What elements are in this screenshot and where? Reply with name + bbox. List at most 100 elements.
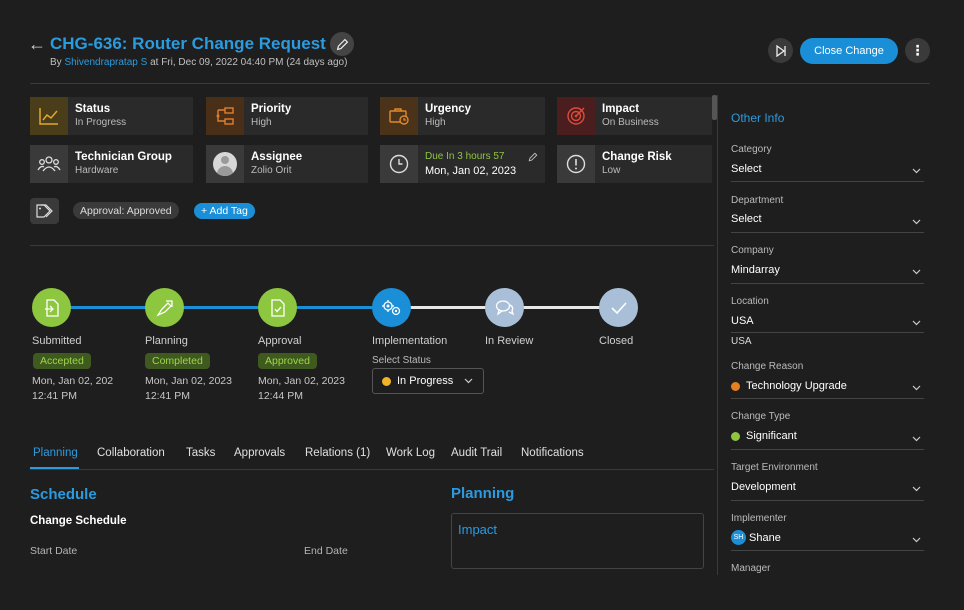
tab-audit-trail[interactable]: Audit Trail [451,447,502,459]
target-environment-underline [731,500,924,501]
step-time-planning: 12:41 PM [145,390,190,402]
step-date-submitted: Mon, Jan 02, 202 [32,375,114,387]
document-check-icon [270,298,285,317]
target-icon [557,97,595,135]
impact-editor[interactable]: Impact [451,513,704,569]
priority-flow-icon [206,97,244,135]
chevron-down-icon [912,320,921,326]
change-schedule-subtitle: Change Schedule [30,515,127,527]
impact-title: Impact [458,522,498,537]
chevron-down-icon [464,378,473,384]
chat-bubbles-icon [495,299,514,316]
change-risk-label: Change Risk [602,151,672,163]
checkmark-icon [610,301,627,314]
add-tag-button[interactable]: + Add Tag [194,203,255,219]
edit-due-icon[interactable] [528,152,538,165]
location-extra-value: USA [731,336,752,347]
stepper-progress-line [52,306,394,309]
chevron-down-icon [912,486,921,492]
subtitle: By Shivendrapratap S at Fri, Dec 09, 202… [50,57,347,68]
back-arrow-icon[interactable]: ← [28,34,46,55]
tab-collaboration[interactable]: Collaboration [97,447,165,459]
edit-title-icon[interactable] [330,32,354,56]
department-select[interactable]: Select [731,213,762,225]
author-link[interactable]: Shivendrapratap S [64,57,147,68]
step-planning[interactable] [145,288,184,327]
location-select[interactable]: USA [731,315,754,327]
chevron-down-icon [912,219,921,225]
impact-label: Impact [602,103,640,115]
urgency-value: High [425,117,446,128]
step-submitted[interactable] [32,288,71,327]
technician-group-tile[interactable]: Technician Group Hardware [30,145,193,183]
target-environment-select[interactable]: Development [731,481,796,493]
manager-label: Manager [731,563,771,574]
due-tile[interactable]: Due In 3 hours 57 Mon, Jan 02, 2023 [380,145,545,183]
gears-icon [381,299,400,315]
tab-relations[interactable]: Relations (1) [305,447,370,459]
step-badge-approval: Approved [258,353,317,369]
tab-approvals[interactable]: Approvals [234,447,285,459]
due-label: Due In 3 hours 57 [425,151,505,162]
step-label-in-review: In Review [485,335,534,347]
step-label-planning: Planning [145,335,188,347]
priority-value: High [251,117,272,128]
change-reason-label: Change Reason [731,361,804,372]
step-time-submitted: 12:41 PM [32,390,77,402]
assignee-avatar [213,152,237,176]
tab-notifications[interactable]: Notifications [521,447,584,459]
hand-pen-icon [155,299,173,316]
category-underline [731,181,924,182]
due-value: Mon, Jan 02, 2023 [425,165,517,177]
chevron-down-icon [912,385,921,391]
tab-work-log[interactable]: Work Log [386,447,435,459]
change-type-label: Change Type [731,411,791,422]
tag-icon[interactable] [30,198,59,224]
created-timestamp: at Fri, Dec 09, 2022 04:40 PM (24 days a… [150,57,348,68]
step-in-review[interactable] [485,288,524,327]
tags-divider [30,245,714,246]
tab-planning[interactable]: Planning [33,447,78,459]
more-options-icon[interactable]: ⋮ [905,38,930,63]
status-select[interactable]: In Progress [372,368,484,394]
document-arrow-icon [44,298,59,317]
change-risk-tile[interactable]: Change Risk Low [557,145,712,183]
chevron-down-icon [912,269,921,275]
step-closed[interactable] [599,288,638,327]
change-type-select[interactable]: Significant [731,430,797,442]
tab-tasks[interactable]: Tasks [186,447,215,459]
scrollbar-thumb[interactable] [712,95,717,120]
change-reason-underline [731,398,924,399]
status-label: Status [75,103,111,115]
approval-tag-chip[interactable]: Approval: Approved [73,202,179,219]
status-value: In Progress [75,117,127,128]
assignee-tile[interactable]: Assignee Zolio Orit [206,145,368,183]
impact-value: On Business [602,117,659,128]
urgency-tile[interactable]: Urgency High [380,97,545,135]
change-reason-select[interactable]: Technology Upgrade [731,380,847,392]
urgency-label: Urgency [425,103,472,115]
skip-next-button[interactable] [768,38,793,63]
close-change-button[interactable]: Close Change [800,38,898,64]
header-divider [30,83,930,84]
category-select[interactable]: Select [731,163,762,175]
other-info-title: Other Info [731,111,785,125]
change-type-value: Significant [746,430,797,442]
step-time-approval: 12:44 PM [258,390,303,402]
target-environment-label: Target Environment [731,462,818,473]
technician-group-label: Technician Group [75,151,172,163]
implementer-underline [731,550,924,551]
step-approval[interactable] [258,288,297,327]
schedule-title: Schedule [30,486,97,503]
status-select-value: In Progress [397,375,454,387]
status-tile[interactable]: Status In Progress [30,97,193,135]
impact-tile[interactable]: Impact On Business [557,97,712,135]
category-label: Category [731,144,772,155]
step-date-planning: Mon, Jan 02, 2023 [145,375,232,387]
priority-tile[interactable]: Priority High [206,97,368,135]
implementer-select[interactable]: SH Shane [731,530,781,545]
status-dot [382,376,391,386]
step-implementation[interactable] [372,288,411,327]
company-select[interactable]: Mindarray [731,264,780,276]
group-icon [30,145,68,183]
